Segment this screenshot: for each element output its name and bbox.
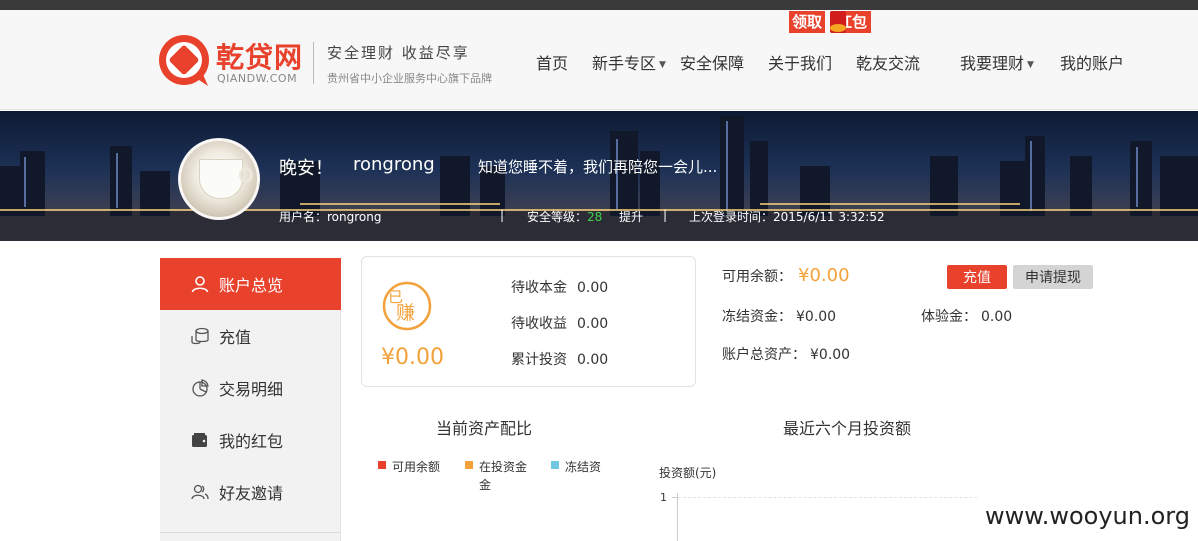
red-packet-promo[interactable]: 领取 红包	[789, 11, 872, 33]
top-bar	[0, 0, 1198, 10]
greeting-username: rongrong	[353, 154, 435, 175]
legend-swatch	[551, 461, 559, 469]
info-divider: |	[500, 208, 505, 222]
header-divider	[313, 42, 314, 84]
pending-income-row: 待收收益 0.00	[511, 313, 608, 333]
username-info: 用户名：rongrong	[279, 210, 382, 224]
y-axis-label: 投资额(元)	[659, 466, 717, 480]
total-invest-value: 0.00	[577, 352, 609, 368]
user-icon	[190, 274, 210, 294]
total-assets: 账户总资产： ¥0.00	[722, 344, 850, 364]
recharge-button[interactable]: 充值	[947, 265, 1007, 289]
earned-amount: ¥0.00	[381, 345, 444, 370]
security-level-label: 安全等级：	[527, 210, 588, 224]
brand-name[interactable]: 乾贷网	[216, 36, 303, 76]
y-axis-line	[677, 493, 678, 541]
info-divider-2: |	[663, 208, 668, 222]
total-assets-value: ¥0.00	[810, 347, 851, 363]
sidebar-item-overview[interactable]: 账户总览	[160, 258, 341, 310]
trial-funds: 体验金： 0.00	[921, 306, 1012, 326]
total-invest-row: 累计投资 0.00	[511, 349, 608, 369]
user-avatar[interactable]	[178, 138, 260, 220]
brand-domain: QIANDW.COM	[217, 72, 298, 85]
nav-community[interactable]: 乾友交流	[856, 50, 920, 74]
allocation-title: 当前资产配比	[436, 419, 533, 438]
y-tick-mark	[672, 497, 677, 498]
sidebar-item-invite[interactable]: 好友邀请	[160, 466, 341, 518]
earned-badge-icon: 已 赚	[382, 281, 432, 331]
account-sidebar: 账户总览 充值 交易明细 我的红包 好友邀请	[160, 258, 341, 541]
users-icon	[190, 482, 210, 502]
legend-swatch	[465, 461, 473, 469]
nav-newbie[interactable]: 新手专区 ▼	[592, 50, 666, 74]
pending-principal-row: 待收本金 0.00	[511, 277, 608, 297]
sidebar-item-label: 交易明细	[219, 380, 284, 399]
chevron-down-icon: ▼	[659, 59, 666, 70]
cup-handle	[239, 167, 253, 183]
slogan: 安全理财 收益尽享	[327, 44, 470, 62]
available-balance-label: 可用余额：	[722, 269, 792, 285]
sidebar-divider	[160, 532, 341, 533]
security-level: 安全等级：28	[527, 208, 602, 225]
greeting: 晚安！	[279, 158, 333, 179]
wallet-icon	[190, 430, 210, 450]
legend-investing[interactable]: 在投资金金	[465, 458, 535, 494]
earnings-card: 已 赚 ¥0.00 待收本金 0.00 待收收益 0.00 累计投资 0.00	[361, 256, 696, 387]
legend-label: 冻结资	[565, 460, 602, 474]
nav-home[interactable]: 首页	[536, 50, 568, 74]
coffee-cup-icon	[199, 159, 243, 199]
promo-claim: 领取	[789, 11, 826, 33]
nav-account[interactable]: 我的账户	[1060, 50, 1124, 74]
red-envelope-icon	[830, 11, 846, 33]
legend-available[interactable]: 可用余额	[378, 458, 440, 475]
sidebar-item-label: 充值	[219, 328, 252, 347]
sidebar-item-recharge[interactable]: 充值	[160, 310, 341, 362]
sidebar-item-transactions[interactable]: 交易明细	[160, 362, 341, 414]
legend-swatch	[378, 461, 386, 469]
site-header: 乾贷网 QIANDW.COM 安全理财 收益尽享 贵州省中小企业服务中心旗下品牌…	[0, 10, 1198, 110]
pending-principal-value: 0.00	[577, 280, 609, 296]
pie-chart-icon	[190, 378, 210, 398]
watermark: www.wooyun.org	[977, 490, 1198, 541]
greeting-message: 知道您睡不着，我们再陪您一会儿...	[478, 158, 718, 176]
available-balance: 可用余额： ¥0.00	[722, 265, 850, 286]
legend-label: 在投资金金	[479, 460, 528, 492]
nav-invest[interactable]: 我要理财 ▼	[960, 50, 1034, 74]
last-login: 上次登录时间：2015/6/11 3:32:52	[689, 210, 885, 224]
frozen-funds: 冻结资金： ¥0.00	[722, 306, 836, 326]
improve-link[interactable]: 提升	[619, 208, 643, 225]
sidebar-item-label: 我的红包	[219, 432, 284, 451]
trial-funds-label: 体验金：	[921, 309, 977, 325]
withdraw-button[interactable]: 申请提现	[1013, 265, 1093, 289]
sidebar-item-label: 好友邀请	[219, 484, 284, 503]
trial-funds-value: 0.00	[981, 309, 1013, 325]
nav-security[interactable]: 安全保障	[680, 50, 744, 74]
qiandai-logo-icon[interactable]	[158, 34, 210, 86]
pending-income-value: 0.00	[577, 316, 609, 332]
sidebar-item-label: 账户总览	[219, 276, 284, 295]
slogan-sub: 贵州省中小企业服务中心旗下品牌	[327, 72, 492, 85]
available-balance-value: ¥0.00	[798, 265, 850, 286]
legend-frozen[interactable]: 冻结资	[551, 458, 601, 475]
pending-income-label: 待收收益	[511, 316, 567, 332]
sidebar-item-red-packets[interactable]: 我的红包	[160, 414, 341, 466]
earned-badge-main: 赚	[396, 302, 415, 324]
nav-invest-label: 我要理财	[960, 54, 1025, 73]
total-invest-label: 累计投资	[511, 352, 567, 368]
coins-icon	[190, 326, 210, 346]
security-level-value: 28	[587, 210, 603, 224]
total-assets-label: 账户总资产：	[722, 347, 806, 363]
nav-newbie-label: 新手专区	[592, 54, 657, 73]
invest-chart-title: 最近六个月投资额	[783, 419, 912, 438]
chevron-down-icon: ▼	[1027, 59, 1034, 70]
nav-about[interactable]: 关于我们	[768, 50, 832, 74]
frozen-funds-value: ¥0.00	[796, 309, 837, 325]
frozen-funds-label: 冻结资金：	[722, 309, 792, 325]
legend-label: 可用余额	[392, 460, 441, 474]
pending-principal-label: 待收本金	[511, 280, 567, 296]
y-tick-label: 1	[660, 491, 667, 504]
